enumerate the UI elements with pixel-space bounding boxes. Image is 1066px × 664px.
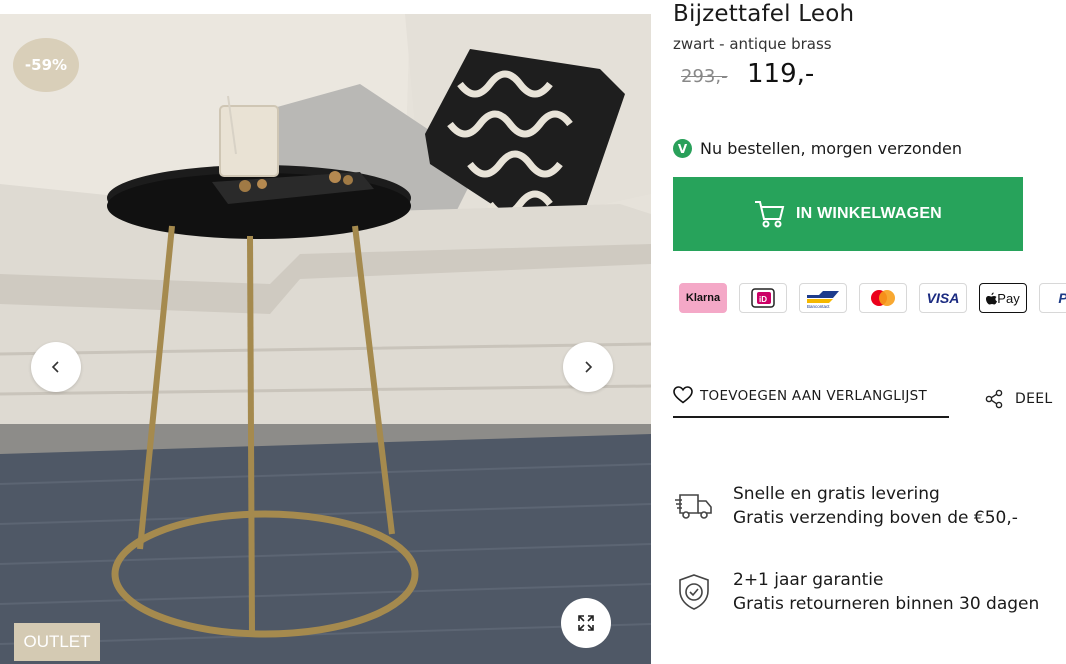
product-gallery: -59% OUTLET (0, 14, 651, 664)
heart-icon (673, 386, 693, 404)
outlet-tag: OUTLET (14, 623, 100, 661)
ideal-icon: iD (751, 288, 775, 308)
visa-logo: VISA (919, 283, 967, 313)
product-info: Bijzettafel Leoh zwart - antique brass 2… (673, 0, 1066, 664)
usp-warranty: 2+1 jaar garantie Gratis retourneren bin… (673, 569, 1039, 617)
apple-icon (986, 292, 998, 304)
add-to-wishlist-button[interactable]: TOEVOEGEN AAN VERLANGLIJST (673, 386, 949, 418)
bancontact-logo: Bancontact (799, 283, 847, 313)
share-icon (985, 389, 1003, 409)
apple-pay-logo: Pay (979, 283, 1027, 313)
bancontact-icon: Bancontact (807, 291, 839, 309)
usp-delivery-title: Snelle en gratis levering (733, 484, 940, 504)
paypal-logo: P (1039, 283, 1066, 313)
check-badge-icon: V (673, 139, 692, 158)
svg-text:Bancontact: Bancontact (807, 304, 830, 309)
chevron-right-icon (585, 361, 593, 373)
shield-check-icon (673, 571, 715, 613)
mastercard-icon (871, 290, 895, 306)
ideal-logo: iD (739, 283, 787, 313)
previous-image-button[interactable] (31, 342, 81, 392)
add-to-cart-label: IN WINKELWAGEN (796, 205, 942, 222)
product-image (0, 14, 651, 664)
truck-icon (673, 485, 715, 527)
next-image-button[interactable] (563, 342, 613, 392)
product-variant: zwart - antique brass (673, 35, 832, 53)
usp-warranty-subtitle: Gratis retourneren binnen 30 dagen (733, 594, 1040, 614)
old-price: 293,- (681, 66, 728, 87)
stock-text: Nu bestellen, morgen verzonden (700, 139, 962, 158)
share-button[interactable]: DEEL (985, 389, 1052, 409)
svg-text:iD: iD (759, 295, 767, 304)
zoom-button[interactable] (561, 598, 611, 648)
discount-badge: -59% (13, 38, 79, 92)
wishlist-label: TOEVOEGEN AAN VERLANGLIJST (700, 388, 928, 404)
stock-status: V Nu bestellen, morgen verzonden (673, 139, 962, 158)
add-to-cart-button[interactable]: IN WINKELWAGEN (673, 177, 1023, 251)
current-price: 119,- (747, 59, 815, 89)
share-label: DEEL (1015, 391, 1053, 407)
apple-pay-label: Pay (997, 290, 1020, 306)
usp-warranty-title: 2+1 jaar garantie (733, 570, 884, 590)
chevron-left-icon (51, 361, 59, 373)
payment-methods: Klarna iD Bancontact VISA Pay P (679, 283, 1066, 313)
mastercard-logo (859, 283, 907, 313)
klarna-logo: Klarna (679, 283, 727, 313)
expand-icon (578, 615, 594, 631)
usp-delivery: Snelle en gratis levering Gratis verzend… (673, 483, 1018, 531)
usp-delivery-subtitle: Gratis verzending boven de €50,- (733, 508, 1018, 528)
product-title: Bijzettafel Leoh (673, 1, 855, 27)
cart-icon (755, 201, 785, 228)
